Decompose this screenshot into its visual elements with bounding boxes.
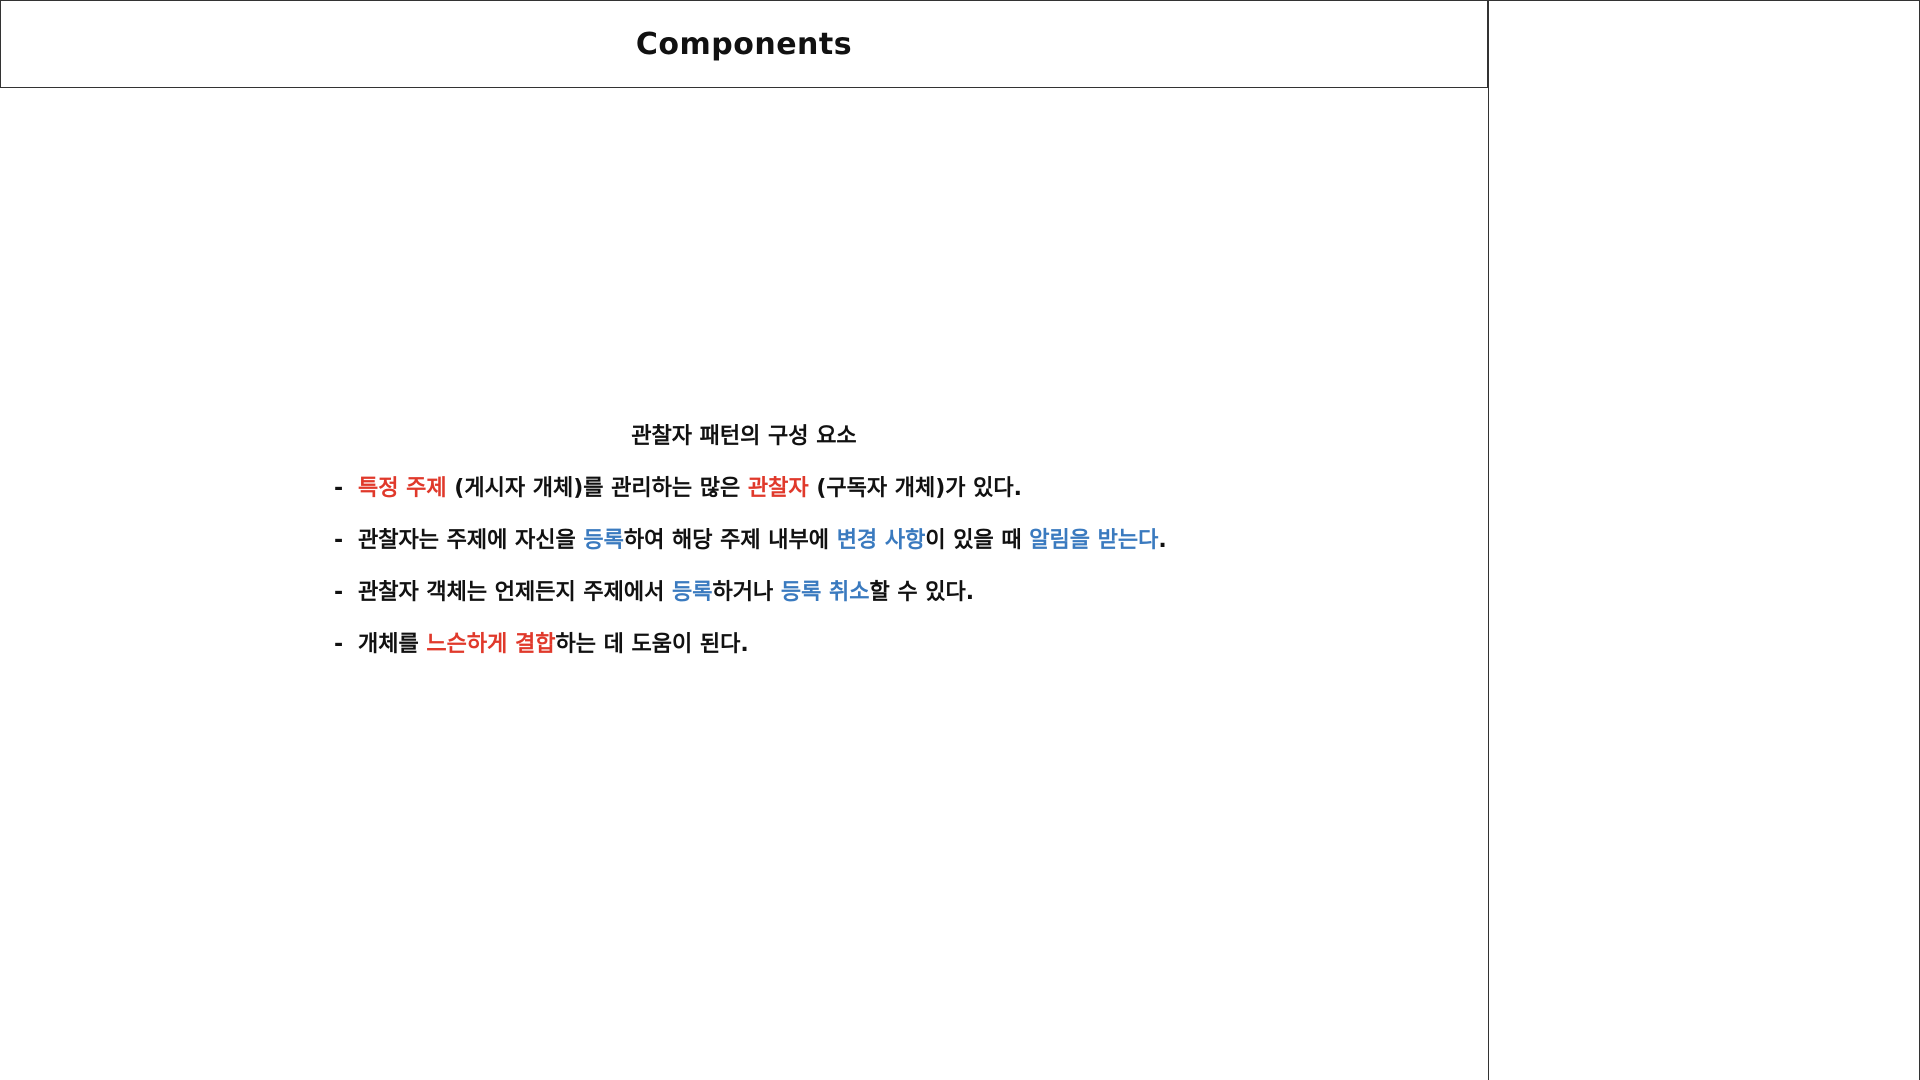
section-heading: 관찰자 패턴의 구성 요소: [631, 424, 857, 449]
bullet-text: 하거나: [712, 580, 781, 605]
highlighted-term: 변경 사항: [836, 528, 926, 553]
bullet-item: - 개체를 느슨하게 결합하는 데 도움이 된다.: [334, 626, 749, 658]
bullet-marker: -: [334, 476, 344, 501]
bullet-text: .: [1158, 528, 1167, 553]
bullet-text: 관찰자는 주제에 자신을: [358, 528, 584, 553]
bullet-text: 하여 해당 주제 내부에: [623, 528, 837, 553]
bullet-marker: -: [334, 632, 344, 657]
bullet-item: - 관찰자는 주제에 자신을 등록하여 해당 주제 내부에 변경 사항이 있을 때…: [334, 522, 1167, 554]
bullet-marker: -: [334, 528, 344, 553]
highlighted-term: 알림을 받는다: [1029, 528, 1159, 553]
bullet-text: 할 수 있다.: [869, 580, 975, 605]
title-bar: Components: [0, 0, 1488, 88]
highlighted-term: 등록 취소: [780, 580, 870, 605]
side-panel: [1488, 0, 1920, 1080]
bullet-text: (구독자 개체)가 있다.: [808, 476, 1023, 501]
bullet-text: 개체를: [358, 632, 427, 657]
main-panel: Components 관찰자 패턴의 구성 요소 - 특정 주제 (게시자 개체)…: [0, 0, 1488, 1080]
bullet-text: 관찰자 객체는 언제든지 주제에서: [358, 580, 672, 605]
highlighted-term: 관찰자: [747, 476, 809, 501]
bullet-text: 이 있을 때: [925, 528, 1030, 553]
bullet-item: - 관찰자 객체는 언제든지 주제에서 등록하거나 등록 취소할 수 있다.: [334, 574, 974, 606]
slide-title: Components: [635, 26, 853, 62]
highlighted-term: 등록: [583, 528, 624, 553]
bullet-marker: -: [334, 580, 344, 605]
highlighted-term: 등록: [672, 580, 713, 605]
bullet-text: (게시자 개체)를 관리하는 많은: [446, 476, 748, 501]
bullet-text: 하는 데 도움이 된다.: [555, 632, 749, 657]
bullet-item: - 특정 주제 (게시자 개체)를 관리하는 많은 관찰자 (구독자 개체)가 있…: [334, 470, 1022, 502]
highlighted-term: 느슨하게 결합: [426, 632, 556, 657]
slide-canvas: Components 관찰자 패턴의 구성 요소 - 특정 주제 (게시자 개체)…: [0, 0, 1920, 1080]
highlighted-term: 특정 주제: [358, 476, 447, 501]
